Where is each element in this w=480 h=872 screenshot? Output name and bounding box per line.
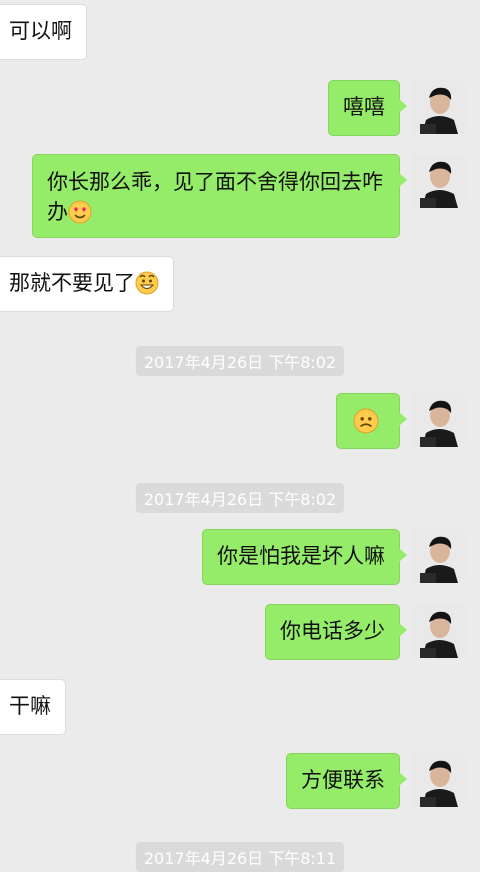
outgoing-message[interactable]: 你长那么乖，见了面不舍得你回去咋办 — [32, 154, 407, 238]
message-text: 方便联系 — [301, 768, 385, 792]
outgoing-message[interactable] — [336, 393, 407, 449]
avatar[interactable] — [412, 529, 466, 583]
avatar[interactable] — [412, 393, 466, 447]
timestamp: 2017年4月26日 下午8:02 — [135, 483, 345, 513]
avatar[interactable] — [412, 604, 466, 658]
message-text: 你是怕我是坏人嘛 — [217, 544, 385, 568]
outgoing-message[interactable]: 你电话多少 — [265, 604, 407, 660]
message-text: 干嘛 — [9, 694, 51, 718]
incoming-message[interactable]: 可以啊 — [0, 4, 87, 60]
message-text: 那就不要见了 — [9, 271, 135, 295]
timestamp: 2017年4月26日 下午8:11 — [135, 842, 345, 872]
incoming-message[interactable]: 那就不要见了 — [0, 256, 174, 312]
timestamp: 2017年4月26日 下午8:02 — [135, 346, 345, 376]
avatar[interactable] — [412, 753, 466, 807]
grinning-emoji-icon — [135, 271, 159, 295]
avatar[interactable] — [412, 154, 466, 208]
message-text: 你电话多少 — [280, 619, 385, 643]
message-text: 你长那么乖，见了面不舍得你回去咋办 — [47, 170, 383, 224]
heart-eyes-emoji-icon — [68, 200, 92, 224]
avatar[interactable] — [412, 80, 466, 134]
outgoing-message[interactable]: 方便联系 — [286, 753, 407, 809]
incoming-message[interactable]: 干嘛 — [0, 679, 66, 735]
outgoing-message[interactable]: 你是怕我是坏人嘛 — [202, 529, 407, 585]
message-text: 可以啊 — [9, 19, 72, 43]
message-text: 嘻嘻 — [343, 95, 385, 119]
frowning-emoji-icon — [353, 408, 379, 434]
outgoing-message[interactable]: 嘻嘻 — [328, 80, 407, 136]
